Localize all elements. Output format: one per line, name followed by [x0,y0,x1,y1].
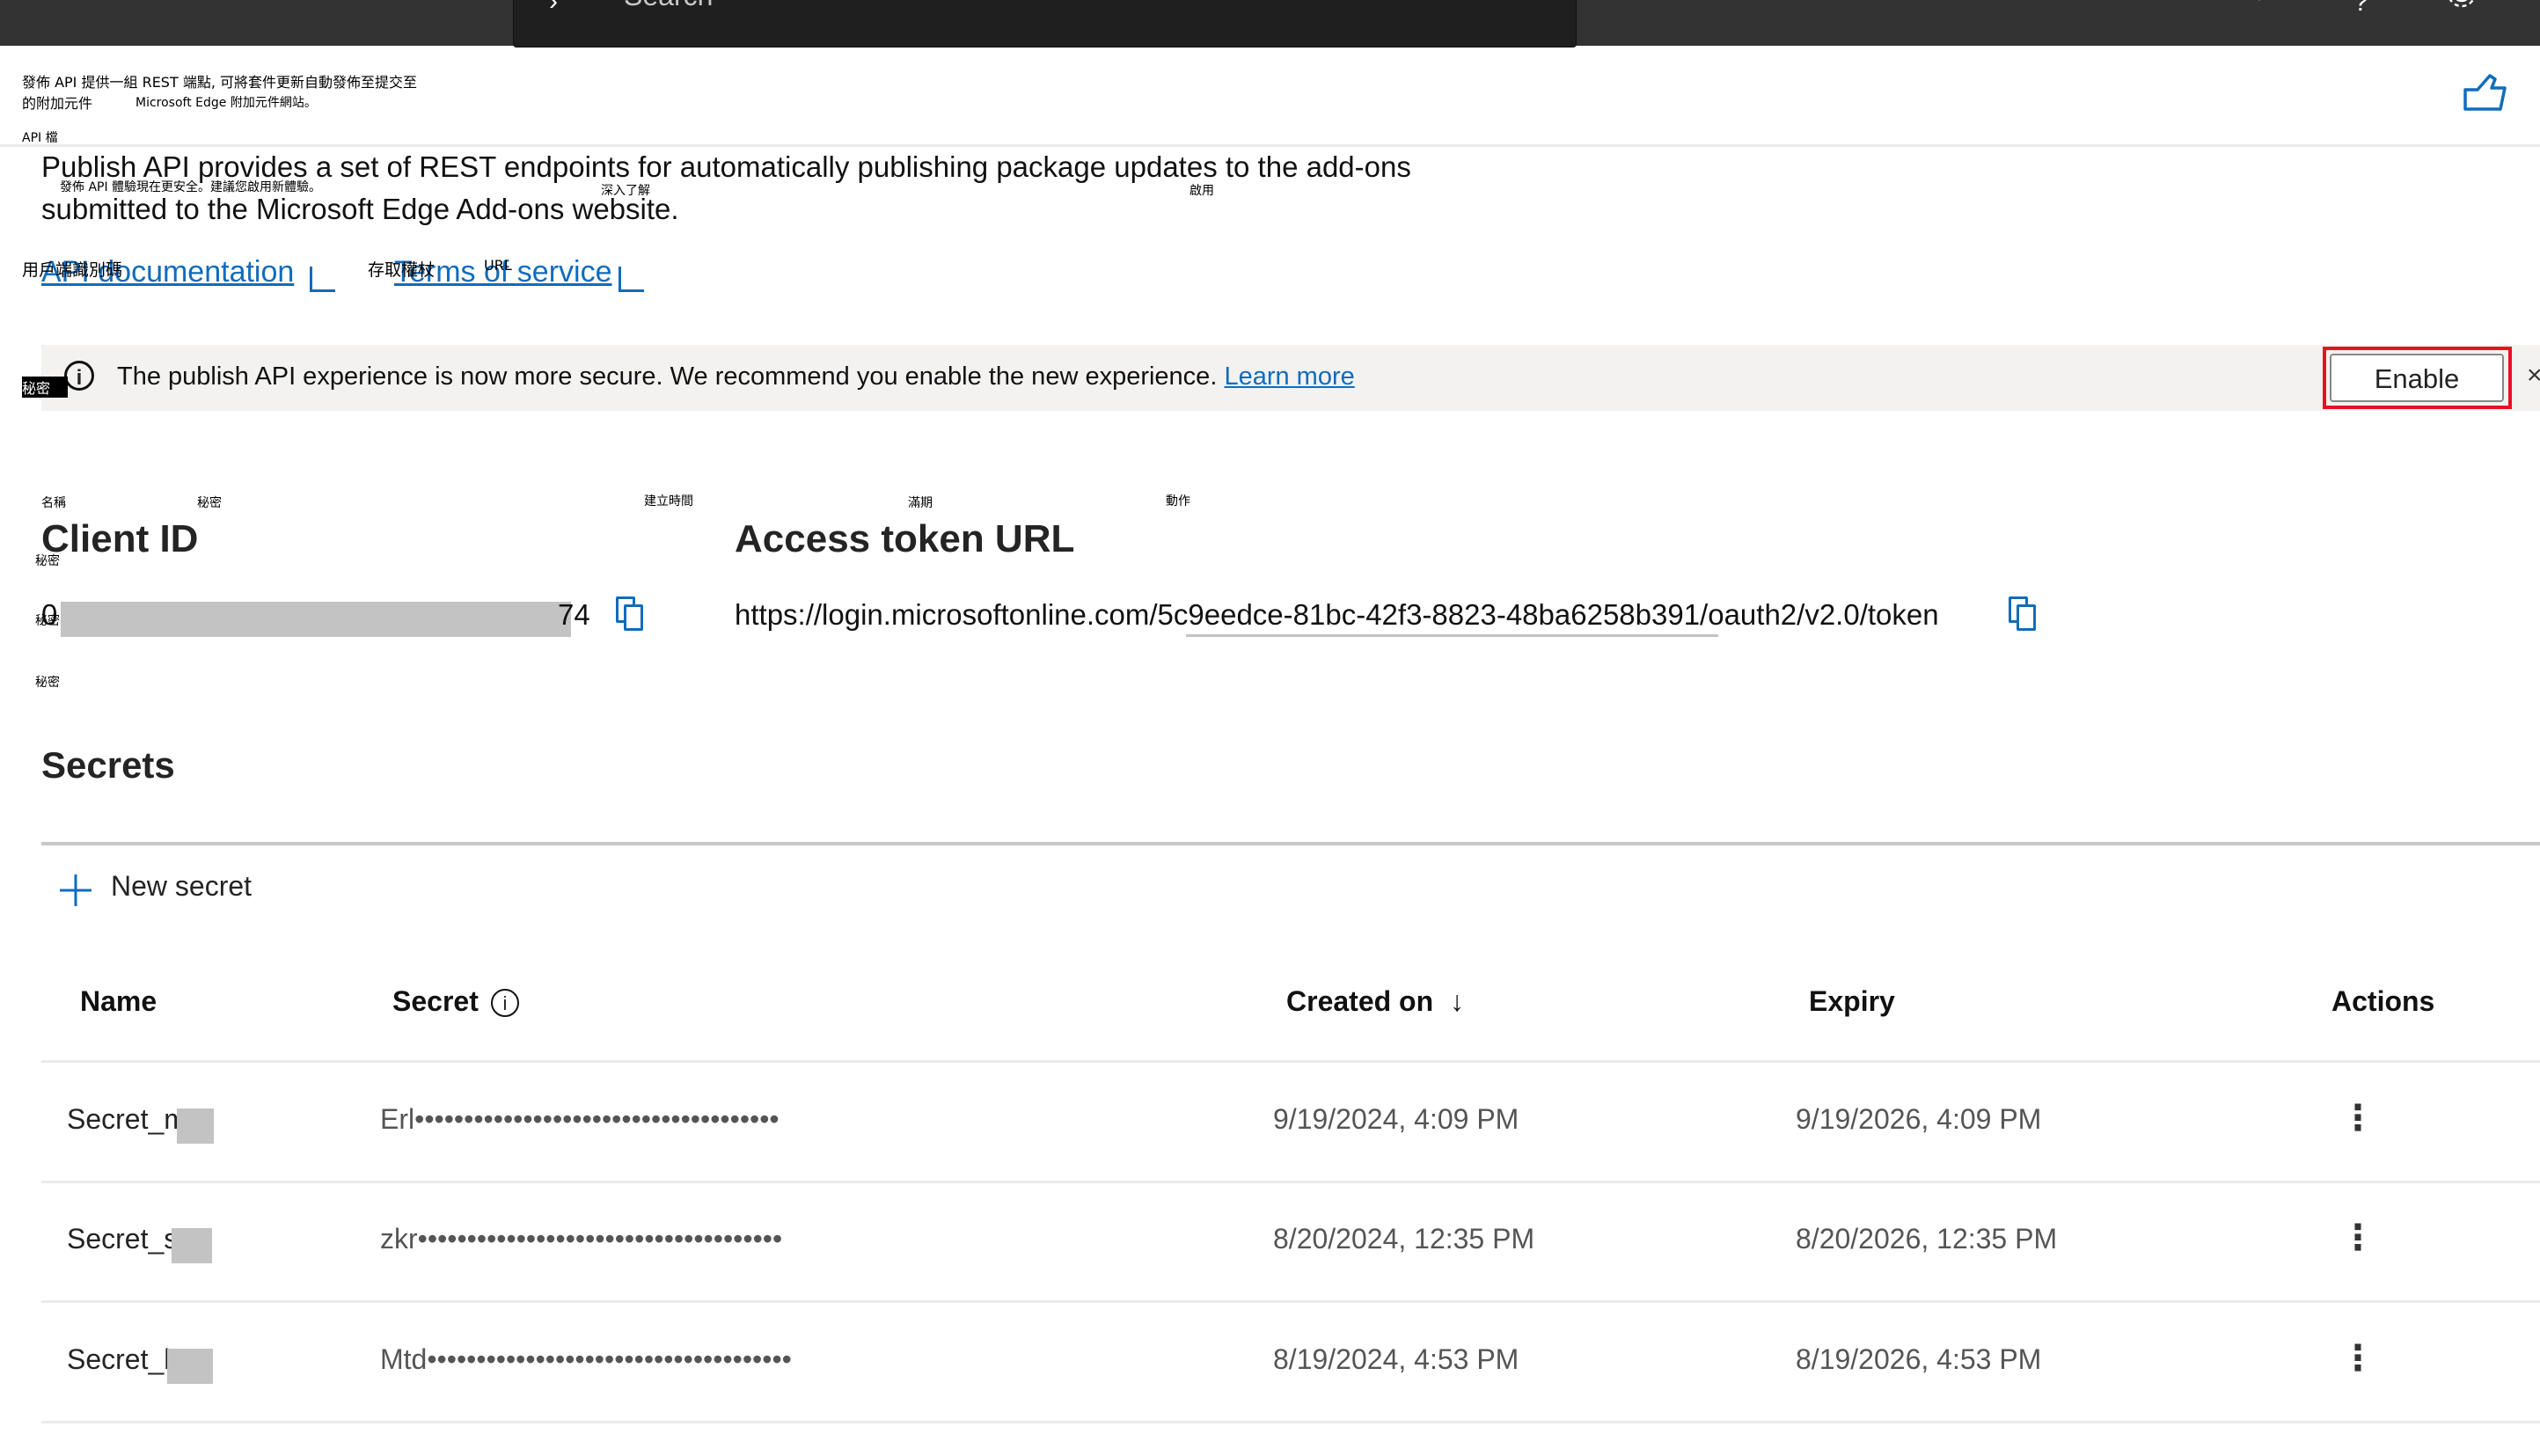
sort-descending-icon[interactable]: ↓ [1450,985,1464,1018]
enable-button[interactable]: Enable [2330,354,2504,402]
new-secret-label: New secret [111,870,253,902]
access-token-heading: Access token URL [735,517,1075,560]
created-on: 8/19/2024, 4:53 PM [1273,1343,1519,1375]
column-actions: Actions [2331,985,2435,1017]
url-underline [1186,634,1718,637]
annotation-banner: 發佈 API 體驗現在更安全。建議您啟用新體驗。 [60,180,322,194]
more-actions-icon[interactable]: ⋮ [2340,1218,2375,1258]
table-row: Secret_b Mtd•••••••••••••••••••••••••••••… [0,1339,2540,1387]
annotation-desc-line1: 發佈 API 提供一組 REST 端點, 可將套件更新自動發佈至提交至 [22,74,417,91]
annotation-client-id: 用戶端識別碼 [22,260,123,280]
annotation-col-secret: 秘密 [197,496,222,510]
chevron-right-icon: › [549,0,558,16]
annotation-secret: 秘密 [35,614,60,628]
external-link-icon [310,267,335,292]
client-id-heading: Client ID [41,517,199,560]
info-icon: i [64,361,94,391]
help-icon[interactable]: ? [2353,0,2368,18]
annotation-col-actions: 動作 [1166,494,1190,509]
access-token-url: https://login.microsoftonline.com/5c9eed… [735,598,1939,631]
secret-name: Secret_s [67,1223,179,1255]
plus-icon [60,874,91,906]
annotation-col-name: 名稱 [41,496,66,510]
info-icon[interactable]: i [491,989,519,1017]
column-name[interactable]: Name [80,985,157,1018]
client-id-redaction [61,602,571,637]
annotation-api-doc: API 檔 [22,131,58,145]
table-header: Name Secret i Created on ↓ Expiry Action… [0,985,2540,1029]
name-redaction [177,1108,214,1144]
client-id-suffix: 74 [558,598,590,631]
annotation-desc-line2a: 的附加元件 [22,95,93,112]
close-banner-icon[interactable]: × [2527,361,2540,391]
secrets-divider [41,842,2540,845]
name-redaction [167,1349,213,1384]
copy-client-id-icon[interactable] [616,596,643,631]
name-redaction [172,1228,212,1263]
secret-name: Secret_m [67,1103,187,1135]
bell-icon[interactable] [2245,0,2273,18]
annotation-secret: 秘密 [35,554,60,568]
learn-more-link[interactable]: Learn more [1224,362,1354,391]
security-banner: i The publish API experience is now more… [41,345,2540,411]
row-divider [41,1181,2540,1183]
annotation-url: URL [484,257,512,274]
annotation-col-expiry: 滿期 [908,496,933,510]
copy-token-url-icon[interactable] [2009,596,2036,631]
row-divider [41,1421,2540,1423]
top-bar: › Search ? [0,0,2540,48]
external-link-icon [619,267,644,292]
expiry: 9/19/2026, 4:09 PM [1796,1103,2042,1135]
row-divider [41,1300,2540,1303]
search-input[interactable]: › Search [513,0,1577,48]
annotation-secret: 秘密 [35,676,60,690]
secrets-heading: Secrets [41,744,175,786]
table-row: Secret_s zkr•••••••••••••••••••••••••••••… [0,1218,2540,1267]
column-secret[interactable]: Secret [392,985,479,1018]
expiry: 8/19/2026, 4:53 PM [1796,1343,2042,1375]
search-placeholder: Search [624,0,713,12]
secret-name: Secret_b [67,1343,180,1375]
table-row: Secret_m Erl•••••••••••••••••••••••••••••… [0,1099,2540,1147]
created-on: 8/20/2024, 12:35 PM [1273,1223,1535,1255]
annotation-col-created: 建立時間 [644,494,693,509]
secret-value: Erl••••••••••••••••••••••••••••••••••••• [380,1103,780,1135]
annotation-access-token: 存取權杖 [368,260,436,280]
annotation-desc-line2b: Microsoft Edge 附加元件網站。 [135,96,317,110]
banner-message: The publish API experience is now more s… [117,362,1355,391]
thumbs-up-icon[interactable] [2463,74,2507,113]
expiry: 8/20/2026, 12:35 PM [1796,1223,2058,1255]
annotation-learn-more: 深入了解 [601,184,650,198]
secret-value: zkr••••••••••••••••••••••••••••••••••••• [380,1223,783,1255]
more-actions-icon[interactable]: ⋮ [2340,1338,2375,1379]
annotation-enable: 啟用 [1189,184,1214,198]
annotation-secret-banner: 秘密 [22,377,69,398]
column-created-on[interactable]: Created on [1286,985,1433,1018]
column-expiry[interactable]: Expiry [1809,985,1895,1018]
secret-value: Mtd••••••••••••••••••••••••••••••••••••• [380,1343,792,1375]
header-divider [41,1060,2540,1063]
gear-icon[interactable] [2444,0,2479,14]
created-on: 9/19/2024, 4:09 PM [1273,1103,1519,1135]
more-actions-icon[interactable]: ⋮ [2340,1098,2375,1138]
